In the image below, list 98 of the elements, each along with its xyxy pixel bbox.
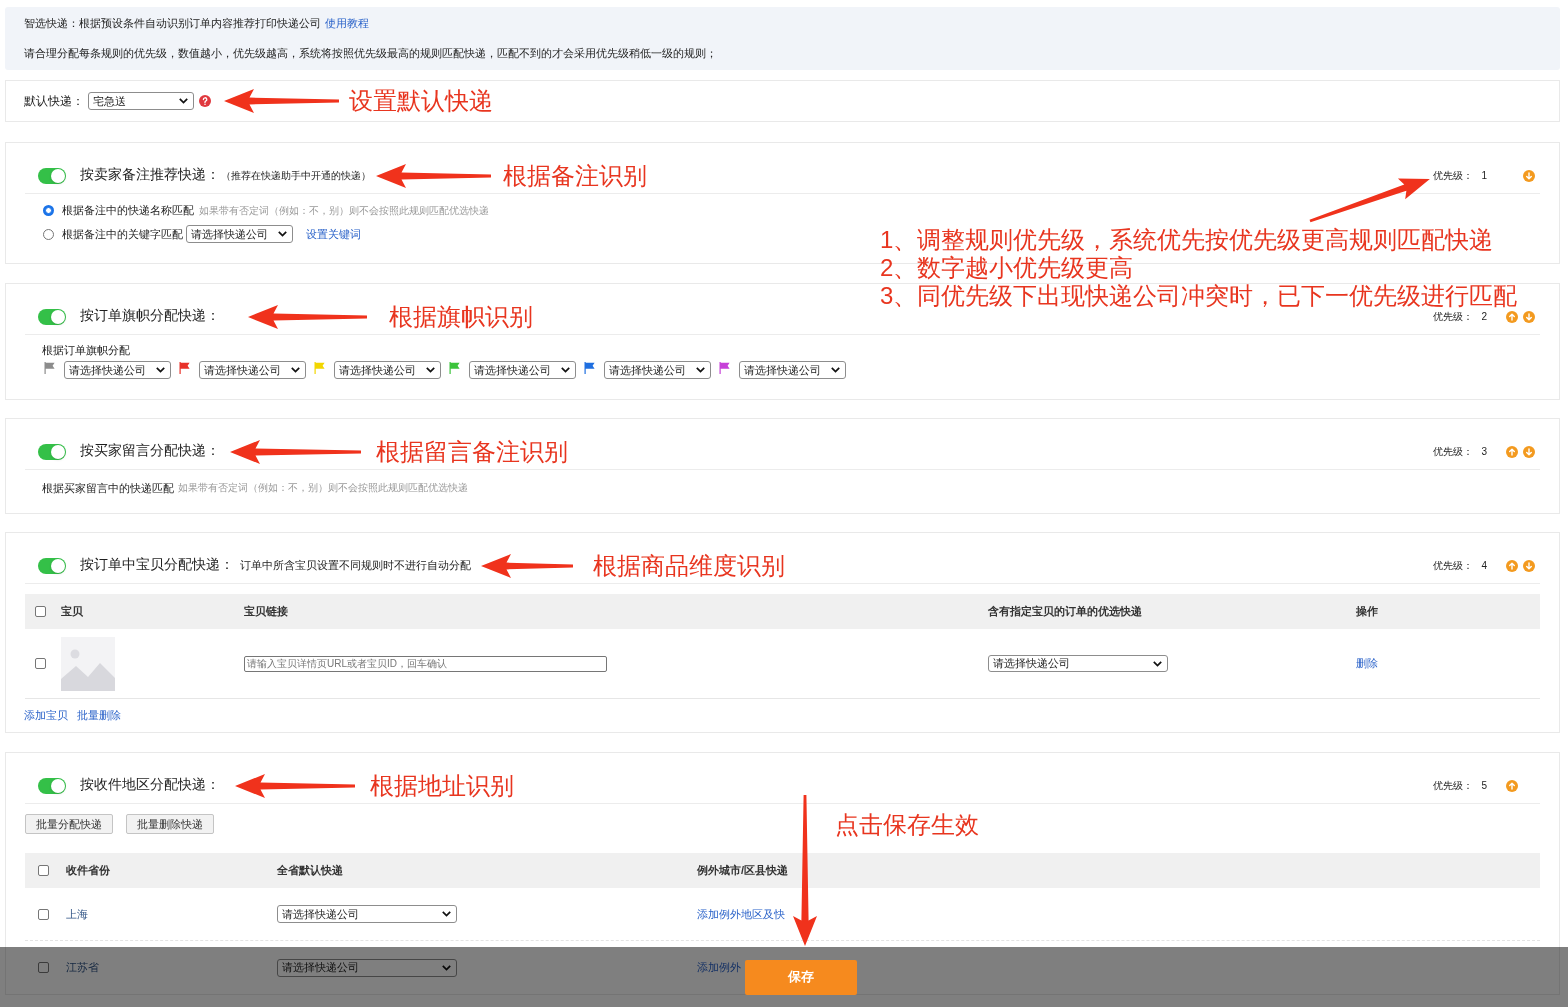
arrow-up-circle-icon[interactable] [1506,559,1518,572]
express-select[interactable]: 请选择快递公司 [469,361,576,379]
option-label: 根据备注中的快递名称匹配 [62,202,194,218]
checkbox[interactable] [35,606,46,617]
default-express-label: 默认快递： [24,93,84,110]
set-keywords-link[interactable]: 设置关键词 [306,225,361,243]
arrow-down-circle-icon[interactable] [1523,310,1535,323]
priority-label: 优先级： [1433,445,1474,459]
exception-link[interactable]: 添加例外地区及快 [697,905,785,923]
chevron-down-icon [156,367,165,373]
annotation-text: 1、调整规则优先级，系统优先按优先级更高规则匹配快递 [880,226,1494,254]
rule-label: 根据买家留言中的快递匹配 [42,481,174,495]
arrow-down-circle-icon[interactable] [1523,559,1535,572]
express-select[interactable]: 请选择快递公司 [277,905,457,923]
express-select[interactable]: 请选择快递公司 [277,958,457,977]
column-header: 全省默认快递 [277,863,343,879]
chevron-down-icon [278,231,287,237]
province-link[interactable]: 江苏省 [66,959,99,976]
rule-hint: 如果带有否定词（例如：不，别）则不会按照此规则匹配优选快递 [178,481,468,495]
annotation-text: 根据备注识别 [503,161,647,190]
arrow-up-circle-icon[interactable] [1506,445,1518,458]
chevron-down-icon [696,367,705,373]
chevron-down-icon [291,367,300,373]
column-header: 宝贝 [61,604,83,620]
express-select[interactable]: 请选择快递公司 [64,361,171,379]
radio-button[interactable] [43,204,54,216]
priority-value: 1 [1481,169,1487,183]
checkbox[interactable] [38,962,49,973]
rule-title: 按收件地区分配快递： [80,776,220,795]
express-select[interactable]: 请选择快递公司 [199,361,306,379]
priority-label: 优先级： [1433,559,1474,573]
flag-caption: 根据订单旗帜分配 [42,343,130,357]
chevron-down-icon [561,367,570,373]
chevron-down-icon [179,98,188,104]
express-select[interactable]: 宅急送 [88,92,194,110]
column-header: 操作 [1356,604,1378,620]
priority-label: 优先级： [1433,779,1474,793]
column-header: 含有指定宝贝的订单的优选快递 [988,604,1142,620]
footer-link[interactable]: 添加宝贝 [24,708,68,722]
radio-button[interactable] [43,228,54,240]
arrow-up-circle-icon[interactable] [1506,310,1518,323]
annotation-text: 3、同优先级下出现快递公司冲突时，已下一优先级进行匹配 [880,282,1518,310]
chevron-down-icon [1153,660,1162,667]
annotation-text: 根据留言备注识别 [376,437,568,466]
checkbox[interactable] [38,865,49,876]
checkbox[interactable] [35,658,46,669]
priority-value: 3 [1481,445,1487,459]
toolbar-button[interactable]: 批量删除快递 [126,814,214,834]
checkbox[interactable] [38,908,49,920]
url-input[interactable]: 请输入宝贝详情页URL或者宝贝ID，回车确认 [244,655,607,672]
image-placeholder-icon [61,636,115,691]
priority-label: 优先级： [1433,169,1474,183]
toggle-switch[interactable] [38,557,66,574]
column-header: 收件省份 [66,863,110,879]
toggle-switch[interactable] [38,443,66,460]
option-label: 根据备注中的关键字匹配 [62,226,183,242]
express-select[interactable]: 请选择快递公司 [988,655,1168,672]
column-header: 例外城市/区县快递 [697,863,789,879]
annotation-text: 点击保存生效 [835,811,979,839]
tutorial-link[interactable]: 使用教程 [325,16,369,30]
annotation-text: 根据旗帜识别 [389,302,533,331]
province-link[interactable]: 上海 [66,905,88,923]
notice-text: 智选快递：根据预设条件自动识别订单内容推荐打印快递公司 [24,16,321,30]
arrow-down-circle-icon[interactable] [1523,169,1535,182]
express-select[interactable]: 请选择快递公司 [604,361,711,379]
chevron-down-icon [831,367,840,373]
express-select[interactable]: 请选择快递公司 [186,225,293,243]
arrow-up-circle-icon[interactable] [1506,779,1518,792]
priority-value: 4 [1481,559,1487,573]
toolbar-button[interactable]: 批量分配快递 [25,814,113,834]
footer-link[interactable]: 批量删除 [77,708,121,722]
annotation-text: 设置默认快递 [349,87,493,115]
rule-note: （推荐在快递助手中开通的快递） [221,169,371,183]
delete-link[interactable]: 删除 [1356,655,1378,672]
priority-label: 优先级： [1433,310,1474,324]
column-header: 宝贝链接 [244,604,288,620]
help-icon[interactable] [199,95,211,107]
rule-title: 按订单旗帜分配快递： [80,307,220,326]
annotation-text: 根据地址识别 [370,771,514,800]
rule-title: 按订单中宝贝分配快递： [80,556,234,575]
option-hint: 如果带有否定词（例如：不，别）则不会按照此规则匹配优选快递 [199,203,489,218]
rule-note: 订单中所含宝贝设置不同规则时不进行自动分配 [240,558,471,574]
priority-value: 2 [1481,310,1487,324]
express-select[interactable]: 请选择快递公司 [334,361,441,379]
toggle-switch[interactable] [38,308,66,325]
arrow-down-circle-icon[interactable] [1523,445,1535,458]
toggle-switch[interactable] [38,167,66,184]
chevron-down-icon [426,367,435,373]
priority-value: 5 [1481,779,1487,793]
annotation-text: 根据商品维度识别 [593,551,785,580]
express-select[interactable]: 请选择快递公司 [739,361,846,379]
chevron-down-icon [442,911,451,917]
toggle-switch[interactable] [38,777,66,794]
chevron-down-icon [442,964,451,971]
rule-title: 按买家留言分配快递： [80,442,220,461]
notice-text: 请合理分配每条规则的优先级，数值越小，优先级越高，系统将按照优先级最高的规则匹配快递，匹配不到的才会采用优先级稍低一级的规则； [24,46,717,60]
annotation-text: 2、数字越小优先级更高 [880,254,1134,282]
rule-title: 按卖家备注推荐快递： [80,166,220,185]
